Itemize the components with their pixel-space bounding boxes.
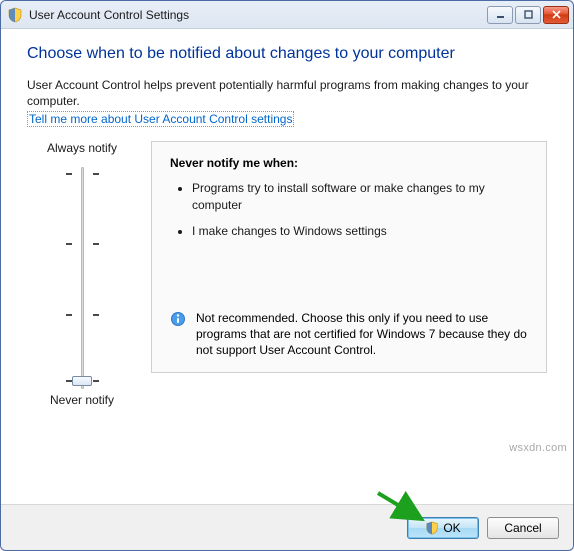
explanation-item: I make changes to Windows settings <box>192 223 530 239</box>
explanation-list: Programs try to install software or make… <box>170 180 530 249</box>
explanation-title: Never notify me when: <box>170 156 530 170</box>
maximize-button[interactable] <box>515 6 541 24</box>
window-title: User Account Control Settings <box>29 8 485 22</box>
intro-text: User Account Control helps prevent poten… <box>27 77 547 109</box>
titlebar: User Account Control Settings <box>1 1 573 29</box>
explanation-item: Programs try to install software or make… <box>192 180 530 212</box>
slider-track <box>81 167 84 389</box>
minimize-button[interactable] <box>487 6 513 24</box>
window-controls <box>485 6 569 24</box>
page-heading: Choose when to be notified about changes… <box>27 45 547 63</box>
shield-icon <box>7 7 23 23</box>
ok-button-label: OK <box>443 521 460 535</box>
content-area: Choose when to be notified about changes… <box>1 29 573 504</box>
settings-body: Always notify Never notify Never notify … <box>27 141 547 415</box>
recommendation-text: Not recommended. Choose this only if you… <box>196 310 530 359</box>
recommendation-row: Not recommended. Choose this only if you… <box>170 310 530 359</box>
shield-icon <box>425 521 439 535</box>
cancel-button[interactable]: Cancel <box>487 517 559 539</box>
info-icon <box>170 311 186 327</box>
notification-slider-column: Always notify Never notify <box>27 141 137 415</box>
ok-button[interactable]: OK <box>407 517 479 539</box>
notification-slider[interactable] <box>81 167 84 389</box>
close-button[interactable] <box>543 6 569 24</box>
watermark-text: wsxdn.com <box>509 442 567 454</box>
learn-more-link[interactable]: Tell me more about User Account Control … <box>27 111 294 127</box>
slider-thumb[interactable] <box>72 376 92 386</box>
explanation-panel: Never notify me when: Programs try to in… <box>151 141 547 373</box>
slider-top-label: Always notify <box>47 141 117 155</box>
uac-settings-window: User Account Control Settings Choose whe… <box>0 0 574 551</box>
cancel-button-label: Cancel <box>504 521 541 535</box>
slider-bottom-label: Never notify <box>50 393 114 407</box>
dialog-footer: OK Cancel <box>1 504 573 550</box>
